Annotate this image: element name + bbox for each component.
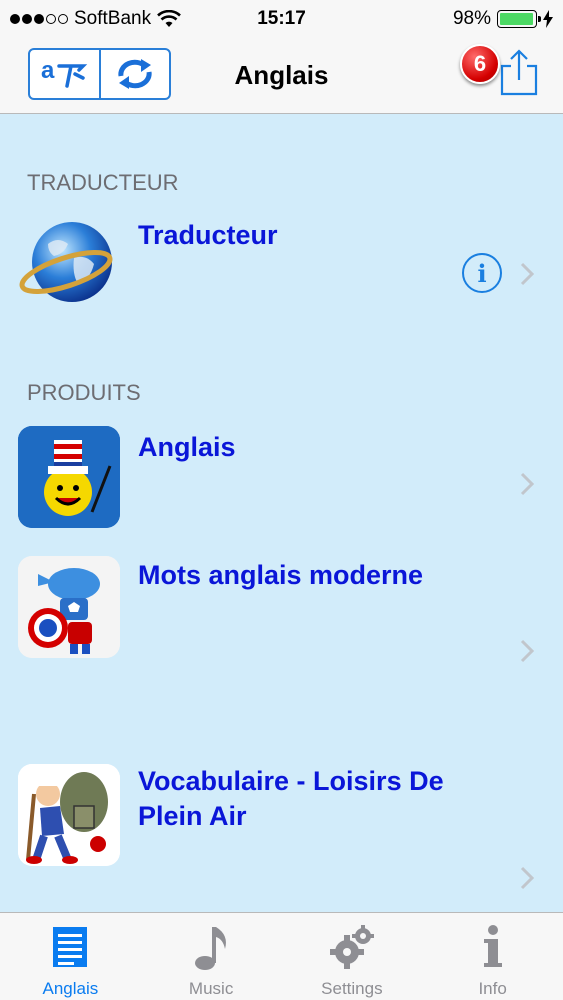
status-bar: SoftBank 15:17 98% bbox=[0, 0, 563, 38]
list-item-vocabulaire-loisirs[interactable]: Vocabulaire - Loisirs De Plein Air bbox=[0, 760, 563, 910]
tab-bar: Anglais Music Settings Info bbox=[0, 912, 563, 1000]
list-item-title: Mots anglais moderne bbox=[138, 560, 424, 590]
info-icon bbox=[469, 923, 517, 971]
list-item-anglais[interactable]: Anglais bbox=[0, 422, 563, 532]
list-item-title: Anglais bbox=[138, 432, 236, 462]
chevron-right-icon bbox=[520, 262, 535, 286]
uncle-sam-smiley-app-icon bbox=[18, 426, 120, 528]
info-button[interactable]: i bbox=[462, 253, 502, 293]
list-item-mots-anglais-moderne[interactable]: Mots anglais moderne bbox=[0, 552, 563, 752]
charging-bolt-icon bbox=[543, 10, 553, 28]
chevron-right-icon bbox=[520, 866, 535, 890]
list-item-title: Traducteur bbox=[138, 220, 278, 250]
tab-info[interactable]: Info bbox=[422, 913, 563, 1000]
tab-label: Settings bbox=[321, 979, 383, 998]
tab-label: Music bbox=[188, 979, 234, 998]
status-bar-right: 98% bbox=[453, 8, 553, 30]
battery-percent: 98% bbox=[452, 8, 491, 29]
battery-icon bbox=[497, 10, 541, 28]
chevron-right-icon bbox=[520, 639, 535, 663]
chevron-right-icon bbox=[520, 472, 535, 496]
gears-icon bbox=[328, 923, 376, 971]
document-list-icon bbox=[46, 923, 94, 971]
hiker-app-icon bbox=[18, 764, 120, 866]
notification-badge: 6 bbox=[460, 44, 500, 84]
share-icon bbox=[500, 49, 538, 96]
tab-settings[interactable]: Settings bbox=[282, 913, 423, 1000]
tab-anglais[interactable]: Anglais bbox=[0, 913, 141, 1000]
tab-music[interactable]: Music bbox=[141, 913, 282, 1000]
section-header-produits: PRODUITS bbox=[27, 380, 141, 405]
tab-label: Info bbox=[478, 979, 507, 998]
globe-icon bbox=[18, 214, 120, 316]
section-header-traducteur: TRADUCTEUR bbox=[27, 170, 179, 195]
tab-label: Anglais bbox=[42, 979, 99, 998]
list-item-title: Vocabulaire - Loisirs De Plein Air bbox=[138, 766, 444, 831]
captain-robot-app-icon bbox=[18, 556, 120, 658]
music-note-icon bbox=[187, 923, 235, 971]
navigation-bar: a Anglais 6 bbox=[0, 38, 563, 114]
share-button[interactable] bbox=[498, 48, 540, 96]
list-item-traducteur[interactable]: Traducteur i bbox=[0, 210, 563, 360]
